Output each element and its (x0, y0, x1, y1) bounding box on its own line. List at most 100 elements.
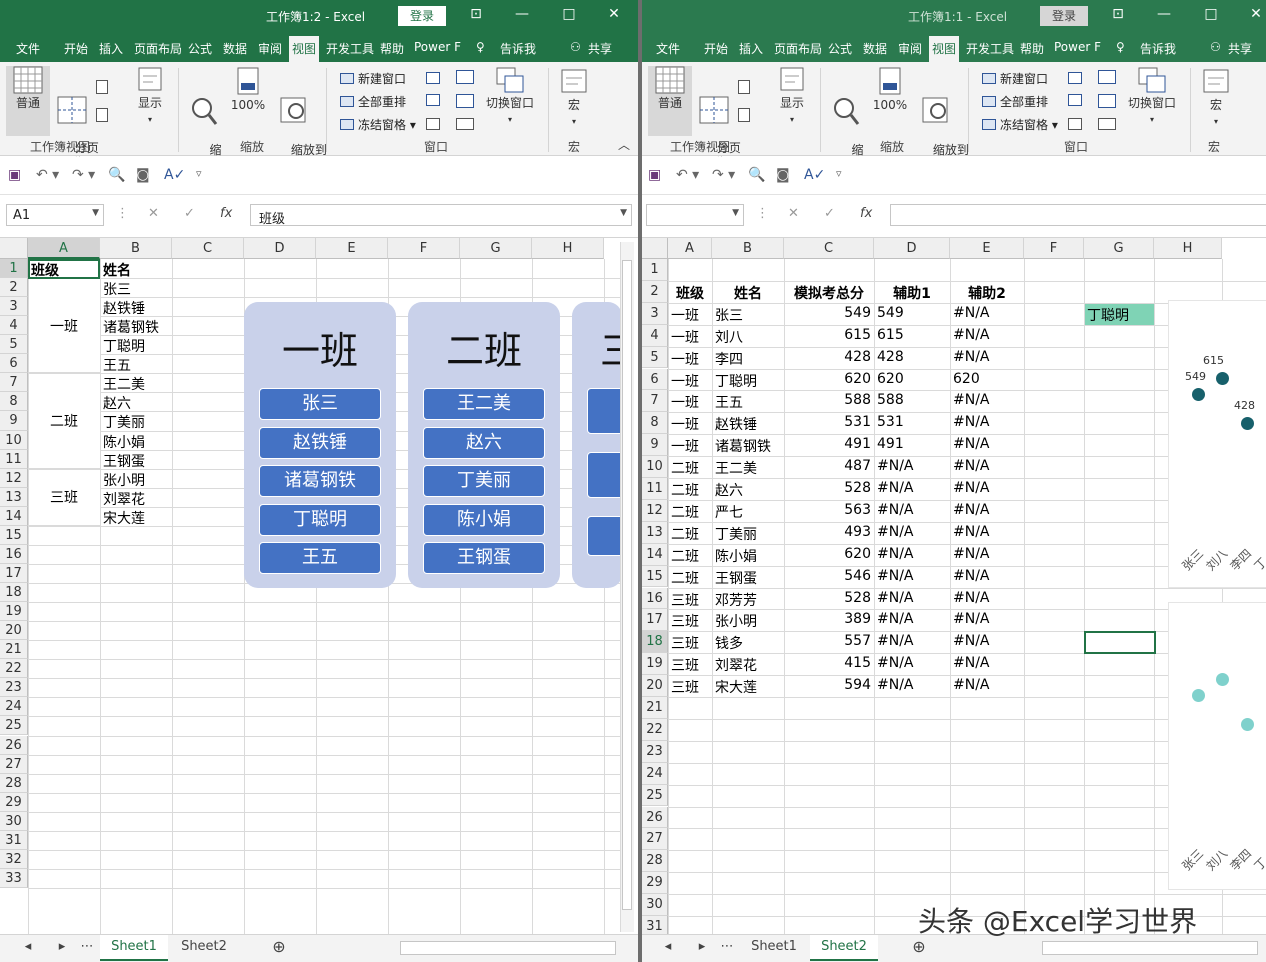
row-header[interactable]: 18 (642, 631, 668, 654)
table-cell-score[interactable]: 546 (784, 568, 874, 584)
sheet-tab-sheet1[interactable]: Sheet1 (100, 935, 168, 961)
column-header[interactable]: F (388, 238, 460, 259)
next-sheet-icon[interactable]: ▸ (52, 935, 72, 961)
smartart-item[interactable]: 诸葛钢铁 (259, 465, 381, 497)
column-header[interactable]: A (28, 238, 100, 259)
custom-views-icon[interactable] (738, 108, 750, 122)
table-cell-score[interactable]: 549 (784, 305, 874, 321)
row-header[interactable]: 1 (0, 259, 28, 279)
row-header[interactable]: 21 (0, 640, 28, 660)
class-cell[interactable]: 一班 (28, 316, 100, 336)
page-layout-icon[interactable] (96, 80, 108, 94)
tab-home[interactable]: 开始 (64, 40, 88, 57)
smartart-item[interactable]: 陈小娟 (423, 503, 545, 536)
row-header[interactable]: 22 (642, 718, 668, 741)
table-cell-aux2[interactable]: #N/A (950, 480, 990, 496)
tab-home[interactable]: 开始 (704, 40, 728, 57)
table-cell-class[interactable]: 二班 (668, 458, 699, 478)
table-cell-aux2[interactable]: #N/A (950, 327, 990, 343)
prev-sheet-icon[interactable]: ◂ (658, 935, 678, 961)
login-button[interactable]: 登录 (398, 6, 446, 26)
arrange-all-button[interactable]: 全部重排 (340, 93, 406, 110)
chart-top[interactable] (1168, 300, 1266, 588)
login-button[interactable]: 登录 (1040, 6, 1088, 26)
sheet-tab-sheet1[interactable]: Sheet1 (740, 935, 808, 961)
row-header[interactable]: 10 (0, 430, 28, 450)
smartart-item[interactable]: 赵六 (423, 426, 545, 459)
table-cell-name[interactable]: 诸葛钢铁 (712, 436, 771, 456)
table-cell-aux1[interactable]: 549 (874, 305, 904, 321)
row-header[interactable]: 17 (642, 609, 668, 632)
chart-point[interactable] (1241, 718, 1254, 731)
normal-view-button[interactable]: 普通 (6, 66, 50, 136)
macros-button[interactable]: 宏 ▾ (1198, 66, 1234, 129)
table-cell-name[interactable]: 王二美 (712, 458, 757, 478)
column-header[interactable]: D (874, 238, 950, 259)
reset-position-icon[interactable] (456, 118, 474, 130)
unhide-icon[interactable] (426, 118, 440, 130)
tab-help[interactable]: 帮助 (1020, 40, 1044, 57)
table-cell-class[interactable]: 三班 (668, 655, 699, 675)
save-icon[interactable]: ▣ (8, 167, 21, 183)
row-header[interactable]: 30 (642, 894, 668, 916)
table-cell-aux2[interactable]: #N/A (950, 458, 990, 474)
name-box-dropdown-icon[interactable]: ▼ (732, 208, 739, 218)
tab-file[interactable]: 文件 (16, 40, 40, 57)
lightbulb-icon[interactable]: ♀ (1116, 40, 1125, 54)
row-header[interactable]: 27 (642, 828, 668, 851)
column-header[interactable]: D (244, 238, 316, 259)
table-cell-class[interactable]: 二班 (668, 502, 699, 522)
row-header[interactable]: 26 (0, 735, 28, 755)
undo-icon[interactable]: ↶ ▾ (676, 167, 699, 183)
table-cell-aux2[interactable]: #N/A (950, 633, 990, 649)
name-cell[interactable]: 张三 (100, 279, 131, 299)
tab-page-layout[interactable]: 页面布局 (134, 40, 182, 57)
table-cell-aux2[interactable]: 620 (950, 371, 980, 387)
switch-windows-button[interactable]: 切换窗口 ▾ (1124, 66, 1180, 127)
sync-scroll-icon[interactable] (1098, 94, 1116, 108)
minimize-icon[interactable]: — (514, 6, 530, 22)
table-cell-class[interactable]: 二班 (668, 524, 699, 544)
row-header[interactable]: 15 (0, 525, 28, 545)
table-cell-class[interactable]: 一班 (668, 436, 699, 456)
table-cell-name[interactable]: 钱多 (712, 633, 743, 653)
row-header[interactable]: 6 (642, 368, 668, 391)
table-cell-class[interactable]: 一班 (668, 305, 699, 325)
expand-formula-icon[interactable]: ▼ (620, 208, 627, 218)
table-cell-aux1[interactable]: #N/A (874, 480, 914, 496)
table-cell-aux1[interactable]: 428 (874, 349, 904, 365)
table-cell-aux1[interactable]: 620 (874, 371, 904, 387)
row-header[interactable]: 4 (642, 324, 668, 347)
row-header[interactable]: 1 (642, 259, 668, 281)
table-cell-aux2[interactable]: #N/A (950, 414, 990, 430)
macros-button[interactable]: 宏 ▾ (556, 66, 592, 129)
maximize-icon[interactable]: □ (1203, 6, 1219, 22)
row-header[interactable]: 14 (642, 543, 668, 566)
table-cell-class[interactable]: 二班 (668, 546, 699, 566)
row-header[interactable]: 31 (642, 916, 668, 934)
enter-icon[interactable]: ✓ (824, 206, 835, 221)
table-cell-aux2[interactable]: #N/A (950, 568, 990, 584)
table-cell-score[interactable]: 620 (784, 371, 874, 387)
close-icon[interactable]: ✕ (606, 6, 622, 22)
tab-formulas[interactable]: 公式 (188, 40, 212, 57)
table-cell-score[interactable]: 531 (784, 414, 874, 430)
insert-function-icon[interactable]: fx (860, 206, 872, 221)
row-header[interactable]: 27 (0, 754, 28, 774)
table-cell-name[interactable]: 赵六 (712, 480, 743, 500)
smartart-item[interactable]: 丁聪明 (259, 503, 381, 536)
smartart-item[interactable]: 丁美丽 (423, 465, 545, 497)
table-cell-class[interactable]: 三班 (668, 633, 699, 653)
spelling-icon[interactable]: A✓ (164, 167, 185, 183)
table-cell-aux1[interactable]: #N/A (874, 458, 914, 474)
enter-icon[interactable]: ✓ (184, 206, 195, 221)
spelling-icon[interactable]: A✓ (804, 167, 825, 183)
name-box[interactable]: A1 ▼ (6, 204, 104, 226)
table-cell-score[interactable]: 487 (784, 458, 874, 474)
hide-icon[interactable] (426, 94, 440, 106)
table-cell-aux1[interactable]: #N/A (874, 546, 914, 562)
split-icon[interactable] (426, 72, 440, 84)
table-cell-name[interactable]: 邓芳芳 (712, 590, 757, 610)
column-header[interactable]: B (100, 238, 172, 259)
row-header[interactable]: 23 (0, 678, 28, 698)
